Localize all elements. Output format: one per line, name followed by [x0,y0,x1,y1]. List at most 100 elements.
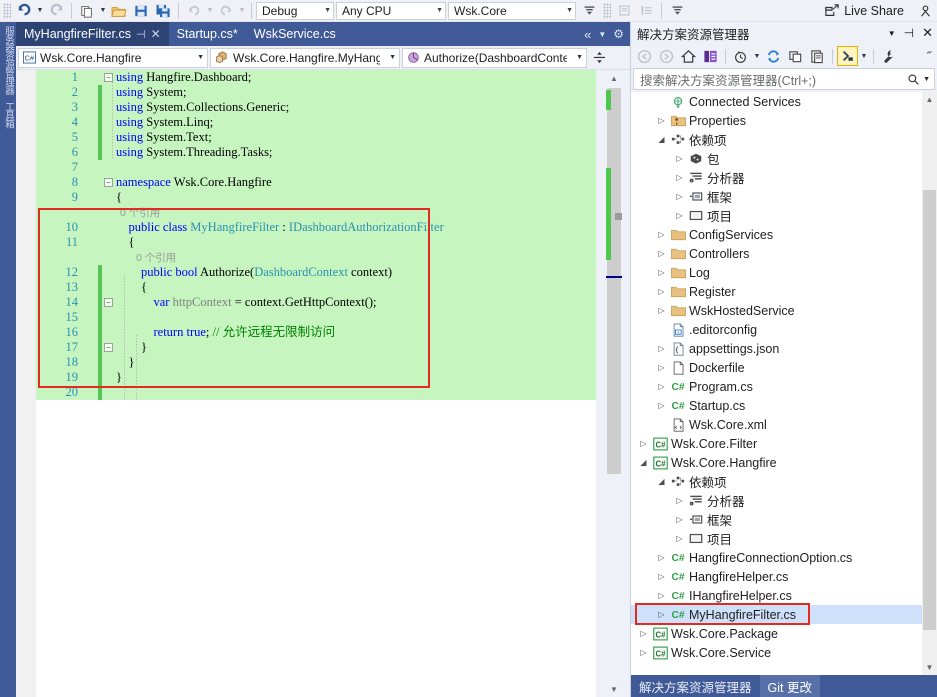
editor-vertical-scrollbar[interactable]: ▲ ▼ [606,70,622,697]
chevron-collapsed-icon[interactable]: ▷ [673,496,686,505]
wrench-icon[interactable] [878,46,899,66]
refresh-icon[interactable] [763,46,784,66]
tab-list-dropdown-icon[interactable]: ▼ [598,30,606,39]
codelens-reference-count[interactable]: 0 个引用 [120,205,160,220]
code-line[interactable]: 7 [36,160,596,175]
chevron-collapsed-icon[interactable]: ▷ [655,344,668,353]
tree-item[interactable]: ▷ Log [631,263,922,282]
redo-icon[interactable] [45,1,67,21]
code-line[interactable]: 5 using System.Text; [36,130,596,145]
account-icon[interactable] [918,4,933,18]
solution-platform-combo[interactable]: Any CPU ▼ [336,1,446,20]
toolbar-grip-2[interactable] [603,2,611,19]
forward-icon[interactable] [656,46,677,66]
tree-item-selected[interactable]: ▷ C# MyHangfireFilter.cs [631,605,922,624]
code-line[interactable]: 10 public class MyHangfireFilter : IDash… [36,220,596,235]
scroll-down-icon[interactable]: ▼ [606,681,622,697]
chevron-collapsed-icon[interactable]: ▷ [637,648,650,657]
chevron-collapsed-icon[interactable]: ▷ [655,116,668,125]
properties-icon[interactable] [837,46,858,66]
code-empty-area[interactable] [36,400,596,697]
switch-views-icon[interactable] [700,46,721,66]
back-icon[interactable] [634,46,655,66]
code-line[interactable]: 13 { [36,280,596,295]
search-dropdown-icon[interactable]: ▼ [923,76,930,83]
home-icon[interactable] [678,46,699,66]
chevron-collapsed-icon[interactable]: ▷ [673,154,686,163]
solution-explorer-tree[interactable]: Connected Services ▷ Properties ◢ 依赖项 ▷ 包 ▷ i 分析器… [631,92,937,675]
tree-item[interactable]: ▷ C# HangfireConnectionOption.cs [631,548,922,567]
chevron-collapsed-icon[interactable]: ▷ [655,363,668,372]
chevron-expanded-icon[interactable]: ◢ [655,477,668,486]
solution-explorer-search[interactable]: 搜索解决方案资源管理器(Ctrl+;) ▼ [633,68,935,90]
pin-icon[interactable]: ⊣ [904,26,914,40]
close-icon[interactable]: ✕ [922,25,933,41]
chevron-expanded-icon[interactable]: ◢ [637,458,650,467]
panel-dropdown-icon[interactable]: ▼ [888,29,896,38]
chevron-collapsed-icon[interactable]: ▷ [673,515,686,524]
tree-scroll-up-icon[interactable]: ▲ [922,92,937,107]
undo-arrow-icon[interactable] [183,1,205,21]
tree-item[interactable]: ▷ i 分析器 [631,168,922,187]
navigate-backward-icon[interactable] [578,1,600,21]
code-line[interactable]: 14 var httpContext = context.GetHttpCont… [36,295,596,310]
footer-tab-solution-explorer[interactable]: 解决方案资源管理器 [631,675,760,697]
chevron-collapsed-icon[interactable]: ▷ [655,306,668,315]
chevron-collapsed-icon[interactable]: ▷ [673,211,686,220]
tree-item[interactable]: ▷ C# Wsk.Core.Filter [631,434,922,453]
tree-item[interactable]: ◢ C# Wsk.Core.Hangfire [631,453,922,472]
uncomment-icon[interactable] [635,1,657,21]
code-line[interactable]: 12 public bool Authorize(DashboardContex… [36,265,596,280]
tree-scroll-down-icon[interactable]: ▼ [922,660,937,675]
tree-item[interactable]: ▷ i 分析器 [631,491,922,510]
close-tab-icon[interactable]: ✕ [151,27,161,41]
vertical-tab-server-explorer[interactable]: 服务器资源管理器 [0,22,16,98]
chevron-collapsed-icon[interactable]: ▷ [655,382,668,391]
tree-item[interactable]: ▷ Dockerfile [631,358,922,377]
chevron-collapsed-icon[interactable]: ▷ [673,173,686,182]
scroll-up-icon[interactable]: ▲ [606,70,622,86]
tree-item[interactable]: ▷ 项目 [631,206,922,225]
chevron-collapsed-icon[interactable]: ▷ [655,553,668,562]
tree-vertical-scrollbar[interactable]: ▲ ▼ [922,92,937,675]
chevron-collapsed-icon[interactable]: ▷ [637,439,650,448]
editor-tab-myhangfirefilter[interactable]: MyHangfireFilter.cs ⊣ ✕ [16,22,169,46]
code-line[interactable]: 2 using System; [36,85,596,100]
new-project-icon[interactable] [76,1,98,21]
tree-item[interactable]: ▷ appsettings.json [631,339,922,358]
code-line[interactable]: 18 } [36,355,596,370]
code-line[interactable]: 19} [36,370,596,385]
live-share-button[interactable]: Live Share [824,4,937,18]
code-line[interactable]: 20 [36,385,596,400]
tree-item[interactable]: ▷ C# Program.cs [631,377,922,396]
new-project-dropdown-icon[interactable]: ▼ [98,1,108,21]
vertical-tab-toolbox[interactable]: 工具箱 [0,98,16,132]
navbar-project-combo[interactable]: C# Wsk.Core.Hangfire ▼ [18,47,208,68]
code-line[interactable]: 16 return true; // 允许远程无限制访问 [36,325,596,340]
tree-item[interactable]: ▷ 项目 [631,529,922,548]
undo-dropdown-icon[interactable]: ▼ [35,1,45,21]
chevron-double-left-icon[interactable]: « [584,27,591,42]
tree-item[interactable]: ▷ C# Startup.cs [631,396,922,415]
chevron-collapsed-icon[interactable]: ▷ [655,610,668,619]
tree-item[interactable]: ▷ Properties [631,111,922,130]
tree-scrollbar-thumb[interactable] [923,190,936,630]
solution-configuration-combo[interactable]: Debug ▼ [256,1,334,20]
chevron-collapsed-icon[interactable]: ▷ [673,192,686,201]
code-line[interactable]: 8 namespace Wsk.Core.Hangfire [36,175,596,190]
navbar-member-combo[interactable]: Authorize(DashboardConte ▼ [402,47,587,68]
tree-item[interactable]: ◢ 依赖项 [631,472,922,491]
undo-arrow-dropdown-icon[interactable]: ▼ [205,1,215,21]
tree-item[interactable]: Connected Services [631,92,922,111]
open-file-icon[interactable] [108,1,130,21]
chevron-collapsed-icon[interactable]: ▷ [655,268,668,277]
chevron-collapsed-icon[interactable]: ▷ [655,287,668,296]
redo-arrow-icon[interactable] [215,1,237,21]
tree-item[interactable]: ◢ 依赖项 [631,130,922,149]
tree-item[interactable]: ▷ C# HangfireHelper.cs [631,567,922,586]
code-line[interactable]: 11 { [36,235,596,250]
tree-item[interactable]: ▷ C# IHangfireHelper.cs [631,586,922,605]
tree-item[interactable]: ▷ ConfigServices [631,225,922,244]
code-text-area[interactable]: − − − − 1 using Hangfire.Dashboard; 2 using… [36,70,596,697]
chevron-collapsed-icon[interactable]: ▷ [655,591,668,600]
